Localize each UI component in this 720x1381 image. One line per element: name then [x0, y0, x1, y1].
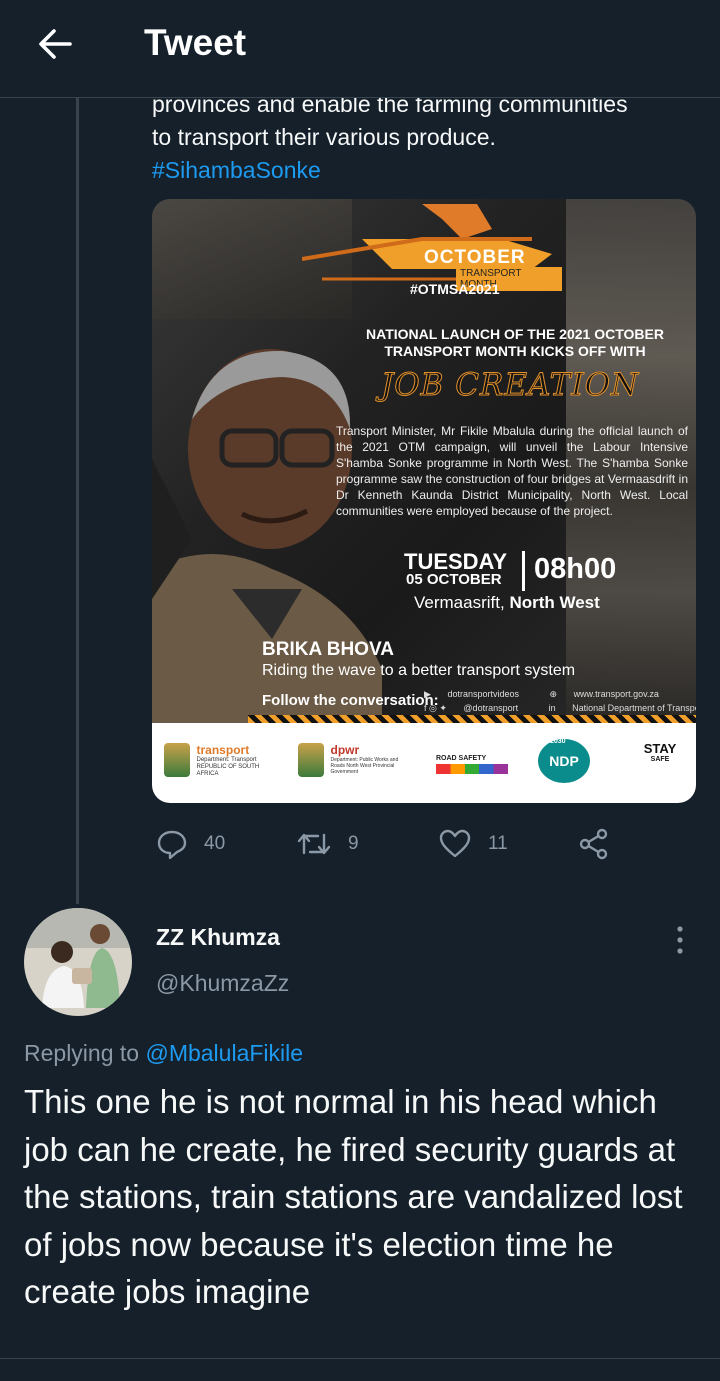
- retweet-icon: [297, 833, 331, 855]
- globe-icon: ⊕: [549, 689, 558, 699]
- coat-of-arms-icon: [298, 743, 324, 777]
- retweet-count: 9: [348, 833, 359, 854]
- dpwr-logo: dpwr Department: Public Works and Roads …: [298, 743, 401, 783]
- road-safety-arc: [436, 764, 508, 774]
- transport-logo-dept: Department: Transport REPUBLIC OF SOUTH …: [196, 757, 260, 777]
- ndp-2030-logo: 2030 NDP: [538, 738, 590, 783]
- tweet-action-bar: 40 9 11: [152, 822, 622, 866]
- share-icon: [579, 828, 608, 860]
- stay-safe-logo: STAY SAFE: [640, 741, 680, 763]
- avatar[interactable]: [24, 908, 132, 1016]
- replying-prefix: Replying to: [24, 1040, 140, 1066]
- stay-label: STAY: [643, 741, 677, 756]
- social-web: www.transport.gov.za: [573, 689, 659, 699]
- poster-headline: NATIONAL LAUNCH OF THE 2021 OCTOBER TRAN…: [366, 326, 664, 359]
- event-date: 05 OCTOBER: [406, 571, 502, 588]
- tweet-text: provinces and enable the farming communi…: [152, 88, 692, 187]
- avatar-image: [24, 908, 132, 1016]
- road-safety-logo: ROAD SAFETY: [436, 755, 508, 774]
- social-twitter: @dotransport: [463, 703, 519, 713]
- date-divider: [522, 551, 525, 591]
- poster-job-creation: JOB CREATION: [380, 367, 640, 404]
- divider: [0, 1358, 720, 1359]
- arrow-left-icon: [39, 29, 72, 59]
- thread-connector: [76, 98, 79, 904]
- like-button[interactable]: 11: [438, 822, 508, 866]
- facebook-instagram-twitter-icons: f ◎ ✦: [424, 703, 447, 713]
- youtube-icon: ▶: [424, 689, 431, 699]
- linkedin-icon: in: [548, 703, 556, 713]
- ndp-label: NDP: [549, 753, 579, 769]
- slogan-title: BRIKA BHOVA: [262, 639, 394, 660]
- dpwr-logo-name: dpwr: [330, 743, 360, 757]
- retweet-button[interactable]: 9: [296, 822, 359, 866]
- more-options-button[interactable]: [666, 924, 694, 956]
- hazard-stripe: [248, 715, 696, 723]
- reply-count: 40: [204, 833, 226, 854]
- replying-to-line: Replying to @MbalulaFikile: [24, 1040, 303, 1067]
- reply-display-name[interactable]: ZZ Khumza: [156, 924, 280, 951]
- back-button[interactable]: [36, 26, 76, 62]
- tweet-text-line: to transport their various produce.: [152, 124, 496, 150]
- road-safety-label: ROAD SAFETY: [436, 755, 487, 762]
- more-vertical-icon: [677, 926, 683, 954]
- social-linkedin: National Department of Transport: [572, 703, 696, 713]
- slogan-subtitle: Riding the wave to a better transport sy…: [262, 662, 576, 679]
- reply-bubble-icon: [157, 830, 187, 860]
- venue-place: Vermaasrift,: [414, 593, 505, 612]
- sponsor-logo-bar: transport Department: Transport REPUBLIC…: [152, 723, 696, 803]
- venue-region: North West: [509, 593, 600, 612]
- transport-department-logo: transport Department: Transport REPUBLIC…: [164, 743, 277, 783]
- safe-label: SAFE: [650, 756, 670, 763]
- event-time: 08h00: [534, 553, 617, 585]
- reply-handle[interactable]: @KhumzaZz: [156, 970, 289, 997]
- tweet-media-image[interactable]: OCTOBER TRANSPORT MONTH #OTMSA2021 NATIO…: [152, 199, 696, 803]
- reply-button[interactable]: 40: [156, 822, 225, 866]
- reply-text: This one he is not normal in his head wh…: [24, 1083, 683, 1310]
- ndp-year: 2030: [550, 738, 566, 745]
- like-count: 11: [488, 833, 508, 854]
- event-date-block: TUESDAY 05 OCTOBER 08h00: [404, 549, 644, 593]
- follow-label: Follow the conversation:: [262, 692, 439, 709]
- poster-body-copy: Transport Minister, Mr Fikile Mbalula du…: [336, 424, 688, 518]
- top-bar: Tweet: [0, 0, 720, 98]
- mention-link[interactable]: @MbalulaFikile: [145, 1040, 303, 1066]
- october-transport-month-logo: [302, 204, 552, 281]
- share-button[interactable]: [578, 822, 626, 866]
- event-venue: Vermaasrift, North West: [414, 593, 600, 613]
- social-handles: ▶ dotransportvideos ⊕ www.transport.gov.…: [424, 687, 696, 715]
- transport-logo-name: transport: [196, 743, 250, 757]
- social-youtube: dotransportvideos: [447, 689, 519, 699]
- dpwr-logo-dept: Department: Public Works and Roads North…: [330, 757, 399, 775]
- coat-of-arms-icon: [164, 743, 190, 777]
- hashtag-link[interactable]: #SihambaSonke: [152, 154, 692, 187]
- page-title: Tweet: [144, 22, 247, 63]
- heart-icon: [439, 829, 471, 858]
